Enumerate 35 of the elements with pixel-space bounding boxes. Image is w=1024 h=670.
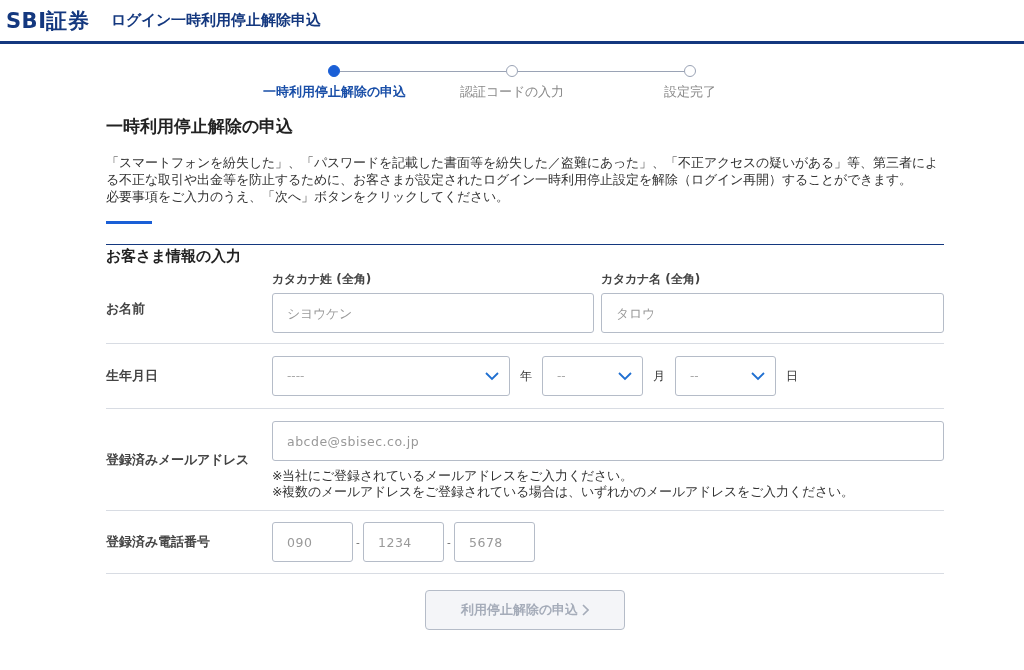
unit-label: 年 (520, 367, 532, 385)
separator-text: - (355, 536, 361, 548)
text-input[interactable]: シヨウケン (272, 293, 594, 333)
field-label: カタカナ姓 (全角) (272, 271, 373, 285)
page-title: 一時利用停止解除の申込 (106, 115, 294, 138)
field-label: カタカナ名 (全角) (601, 271, 702, 285)
field-label: お名前 (106, 301, 146, 318)
step-label: 認証コードの入力 (460, 84, 564, 101)
intro-text: 必要事項をご入力のうえ、「次へ」ボタンをクリックしてください。 (106, 188, 510, 205)
note-text: ※当社にご登録されているメールアドレスをご入力ください。 (272, 468, 635, 484)
separator-text: - (446, 536, 452, 548)
field-label: 登録済み電話番号 (106, 533, 211, 551)
field-label: 登録済みメールアドレス (106, 452, 250, 469)
unit-label: 日 (786, 367, 798, 385)
unit-label: 月 (653, 367, 665, 385)
email-input[interactable]: abcde@sbisec.co.jp (272, 421, 944, 461)
note-text: ※複数のメールアドレスをご登録されている場合は、いずれかのメールアドレスをご入力ください。 (272, 484, 856, 500)
phone-input[interactable]: 090 (272, 522, 353, 562)
chevron-down-icon (618, 371, 632, 381)
text-input[interactable]: タロウ (601, 293, 944, 333)
phone-input[interactable]: 1234 (363, 522, 444, 562)
phone-input[interactable]: 5678 (454, 522, 535, 562)
logo: SBI証券 (6, 7, 90, 35)
chevron-right-icon (582, 604, 589, 616)
step-label: 設定完了 (664, 84, 716, 101)
dropdown-select[interactable]: -- (542, 356, 643, 396)
chevron-down-icon (485, 371, 499, 381)
chevron-down-icon (751, 371, 765, 381)
field-label: 生年月日 (106, 367, 159, 385)
step-label: 一時利用停止解除の申込 (262, 84, 406, 101)
intro-text: 「スマートフォンを紛失した」、「パスワードを記載した書面等を紛失した／盗難にあった」、「不正アクセスの疑いがある」等、第三者による不正な取引や出金等を防止するために、お客さまが設定されたログイン一時利用停止設定を解除（ログイン再開）することができます。 (106, 154, 939, 188)
page-header-title: ログイン一時利用停止解除申込 (111, 11, 322, 30)
dropdown-select[interactable]: -- (675, 356, 776, 396)
dropdown-select[interactable]: ---- (272, 356, 510, 396)
section-title: お客さま情報の入力 (106, 247, 242, 266)
